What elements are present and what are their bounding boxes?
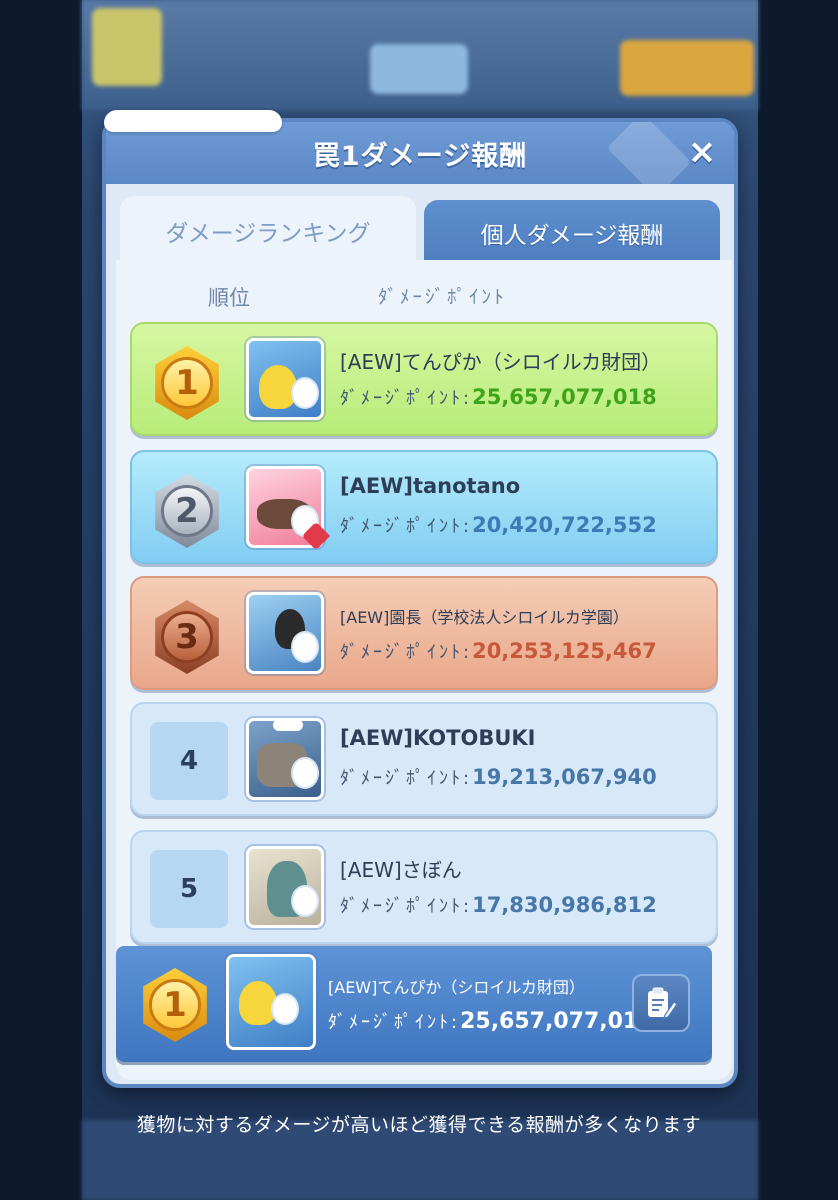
column-header-rank: 順位 [208,286,250,310]
rank-number: 1 [149,979,201,1031]
rank-number: 3 [161,611,213,663]
tab-personal-damage-reward[interactable]: 個人ダメージ報酬 [424,200,720,266]
rank-number: 4 [150,722,228,800]
points-label: ﾀﾞﾒｰｼﾞﾎﾟｲﾝﾄ: [340,768,473,789]
points-label: ﾀﾞﾒｰｼﾞﾎﾟｲﾝﾄ: [340,516,473,537]
points-label: ﾀﾞﾒｰｼﾞﾎﾟｲﾝﾄ: [328,1012,461,1033]
avatar[interactable] [246,338,324,420]
ranking-row-4[interactable]: 4 [AEW]KOTOBUKI ﾀﾞﾒｰｼﾞﾎﾟｲﾝﾄ:19,213,067,9… [130,702,718,816]
rank-number: 5 [150,850,228,928]
points-value: 25,657,077,018 [460,1009,654,1034]
left-letterbox [0,0,82,1200]
points-value: 19,213,067,940 [472,765,657,789]
right-letterbox [758,0,838,1200]
ranking-row-2[interactable]: 2 [AEW]tanotano ﾀﾞﾒｰｼﾞﾎﾟｲﾝﾄ:20,420,722,5… [130,450,718,564]
ranking-row-1[interactable]: 1 [AEW]てんぴか（シロイルカ財団） ﾀﾞﾒｰｼﾞﾎﾟｲﾝﾄ:25,657,… [130,322,718,436]
avatar[interactable] [226,954,316,1050]
points-value: 20,420,722,552 [472,513,657,537]
gold-medal-icon: 1 [155,346,219,420]
avatar[interactable] [246,846,324,928]
column-header-points: ﾀﾞﾒｰｼﾞﾎﾟｲﾝﾄ [378,286,507,308]
footer-note: 獲物に対するダメージが高いほど獲得できる報酬が多くなります [136,1114,702,1136]
my-rank-row[interactable]: 1 [AEW]てんぴか（シロイルカ財団） ﾀﾞﾒｰｼﾞﾎﾟｲﾝﾄ:25,657,… [116,946,712,1062]
points-value: 25,657,077,018 [472,385,657,409]
points-value: 20,253,125,467 [472,639,657,663]
ranking-row-5[interactable]: 5 [AEW]さぼん ﾀﾞﾒｰｼﾞﾎﾟｲﾝﾄ:17,830,986,812 [130,830,718,944]
avatar[interactable] [246,718,324,800]
snow-decoration [104,110,282,132]
close-icon[interactable]: × [684,134,720,170]
record-button[interactable] [632,974,690,1032]
tab-strip: ダメージランキング 個人ダメージ報酬 [106,184,734,266]
game-button-blur [370,44,468,94]
damage-points: ﾀﾞﾒｰｼﾞﾎﾟｲﾝﾄ:25,657,077,018 [328,1008,654,1034]
rank-number: 1 [161,357,213,409]
damage-reward-modal: 罠1ダメージ報酬 × ダメージランキング 個人ダメージ報酬 順位 ﾀﾞﾒｰｼﾞﾎ… [102,118,738,1088]
points-label: ﾀﾞﾒｰｼﾞﾎﾟｲﾝﾄ: [340,642,473,663]
modal-title: 罠1ダメージ報酬 [312,140,528,172]
damage-points: ﾀﾞﾒｰｼﾞﾎﾟｲﾝﾄ:20,420,722,552 [340,512,657,538]
damage-points: ﾀﾞﾒｰｼﾞﾎﾟｲﾝﾄ:19,213,067,940 [340,764,657,790]
column-headers: 順位 ﾀﾞﾒｰｼﾞﾎﾟｲﾝﾄ [116,282,732,312]
points-label: ﾀﾞﾒｰｼﾞﾎﾟｲﾝﾄ: [340,896,473,917]
damage-points: ﾀﾞﾒｰｼﾞﾎﾟｲﾝﾄ:20,253,125,467 [340,638,657,664]
tab-damage-ranking[interactable]: ダメージランキング [120,196,416,266]
player-name: [AEW]tanotano [340,474,521,498]
game-icon-blur [92,8,162,86]
ranking-row-3[interactable]: 3 [AEW]園長（学校法人シロイルカ学園） ﾀﾞﾒｰｼﾞﾎﾟｲﾝﾄ:20,25… [130,576,718,690]
damage-points: ﾀﾞﾒｰｼﾞﾎﾟｲﾝﾄ:17,830,986,812 [340,892,657,918]
silver-medal-icon: 2 [155,474,219,548]
points-label: ﾀﾞﾒｰｼﾞﾎﾟｲﾝﾄ: [340,388,473,409]
player-name: [AEW]てんぴか（シロイルカ財団） [328,978,585,997]
rank-number: 2 [161,485,213,537]
damage-points: ﾀﾞﾒｰｼﾞﾎﾟｲﾝﾄ:25,657,077,018 [340,384,657,410]
player-name: [AEW]さぼん [340,858,462,882]
points-value: 17,830,986,812 [472,893,657,917]
avatar[interactable] [246,592,324,674]
game-banner-blur [620,40,754,96]
player-name: [AEW]園長（学校法人シロイルカ学園） [340,608,629,627]
clipboard-edit-icon [648,987,678,1019]
gold-medal-icon: 1 [143,968,207,1042]
player-name: [AEW]てんぴか（シロイルカ財団） [340,350,662,374]
player-name: [AEW]KOTOBUKI [340,726,536,750]
bronze-medal-icon: 3 [155,600,219,674]
